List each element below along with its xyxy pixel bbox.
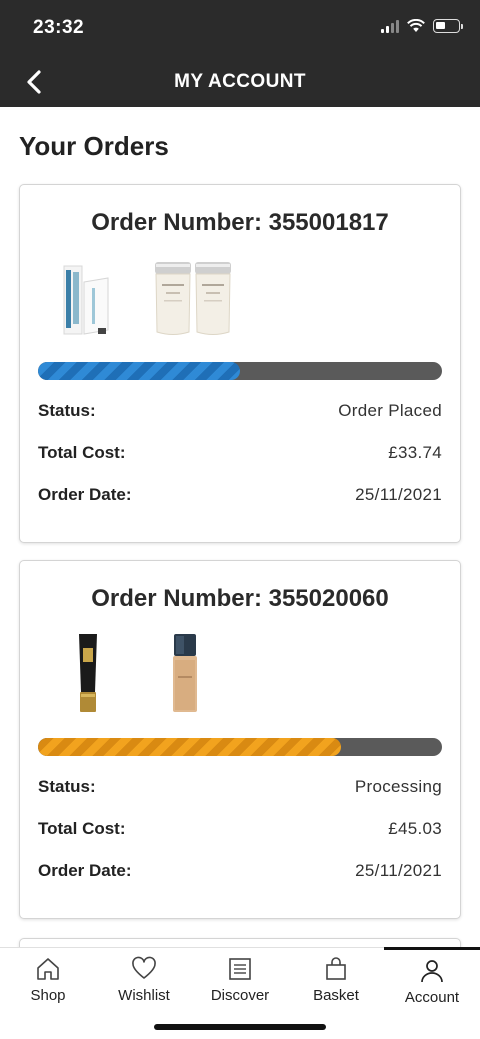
order-progress-fill <box>38 738 341 756</box>
status-value: Order Placed <box>338 401 442 420</box>
order-number: Order Number: 355001817 <box>91 209 389 236</box>
order-date-value: 25/11/2021 <box>355 485 442 504</box>
signal-icon <box>381 19 399 33</box>
foundation-bottle-product[interactable] <box>170 632 200 719</box>
tab-label: Wishlist <box>118 987 170 1004</box>
home-indicator <box>154 1024 326 1030</box>
order-date-row: Order Date: 25/11/2021 <box>38 485 442 505</box>
order-date-value: 25/11/2021 <box>355 861 442 880</box>
page-header-title: MY ACCOUNT <box>174 71 306 92</box>
tab-label: Account <box>404 989 460 1006</box>
order-date-label: Order Date: <box>38 861 132 880</box>
order-status-row: Status: Processing <box>38 777 442 797</box>
eye-cream-box-product[interactable] <box>56 260 114 343</box>
tab-wishlist[interactable]: Wishlist <box>96 948 192 1010</box>
total-cost-value: £33.74 <box>388 443 442 462</box>
person-icon <box>421 960 443 983</box>
order-number: Order Number: 355020060 <box>91 585 389 612</box>
order-card[interactable]: Order Number: 355020060 Status: Processi… <box>19 560 461 919</box>
kerastase-shampoo-product[interactable] <box>194 260 232 343</box>
battery-icon <box>433 19 463 33</box>
status-bar: 23:32 <box>0 0 480 56</box>
heart-icon <box>132 956 156 979</box>
order-progress-bar <box>38 362 442 380</box>
tab-shop[interactable]: Shop <box>0 948 96 1010</box>
tab-label: Shop <box>30 987 66 1004</box>
home-icon <box>37 958 59 980</box>
tab-label: Basket <box>313 987 359 1004</box>
top-bar: 23:32 MY ACCOUNT <box>0 0 480 107</box>
order-card[interactable]: Order Number: 355001817 Status: Order Pl… <box>19 184 461 543</box>
tab-label: Discover <box>210 987 270 1004</box>
total-cost-label: Total Cost: <box>38 443 126 462</box>
status-label: Status: <box>38 401 96 420</box>
nav-bar: MY ACCOUNT <box>0 56 480 107</box>
status-value: Processing <box>354 777 442 796</box>
order-cost-row: Total Cost: £33.74 <box>38 443 442 463</box>
page-title: Your Orders <box>19 131 169 161</box>
status-label: Status: <box>38 777 96 796</box>
status-time: 23:32 <box>33 17 85 38</box>
total-cost-value: £45.03 <box>388 819 442 838</box>
order-status-row: Status: Order Placed <box>38 401 442 421</box>
ysl-tube-product[interactable] <box>76 632 100 719</box>
order-products <box>56 261 260 343</box>
tab-discover[interactable]: Discover <box>192 948 288 1010</box>
bag-icon <box>326 957 346 980</box>
order-progress-fill <box>38 362 240 380</box>
order-progress-bar <box>38 738 442 756</box>
tab-account[interactable]: Account <box>384 947 480 1009</box>
total-cost-label: Total Cost: <box>38 819 126 838</box>
status-icons <box>381 19 463 33</box>
document-icon <box>229 958 251 980</box>
order-products <box>56 634 228 719</box>
tab-basket[interactable]: Basket <box>288 948 384 1010</box>
order-cost-row: Total Cost: £45.03 <box>38 819 442 839</box>
order-date-row: Order Date: 25/11/2021 <box>38 861 442 881</box>
wifi-icon <box>407 19 425 32</box>
order-date-label: Order Date: <box>38 485 132 504</box>
kerastase-shampoo-product[interactable] <box>154 260 192 343</box>
